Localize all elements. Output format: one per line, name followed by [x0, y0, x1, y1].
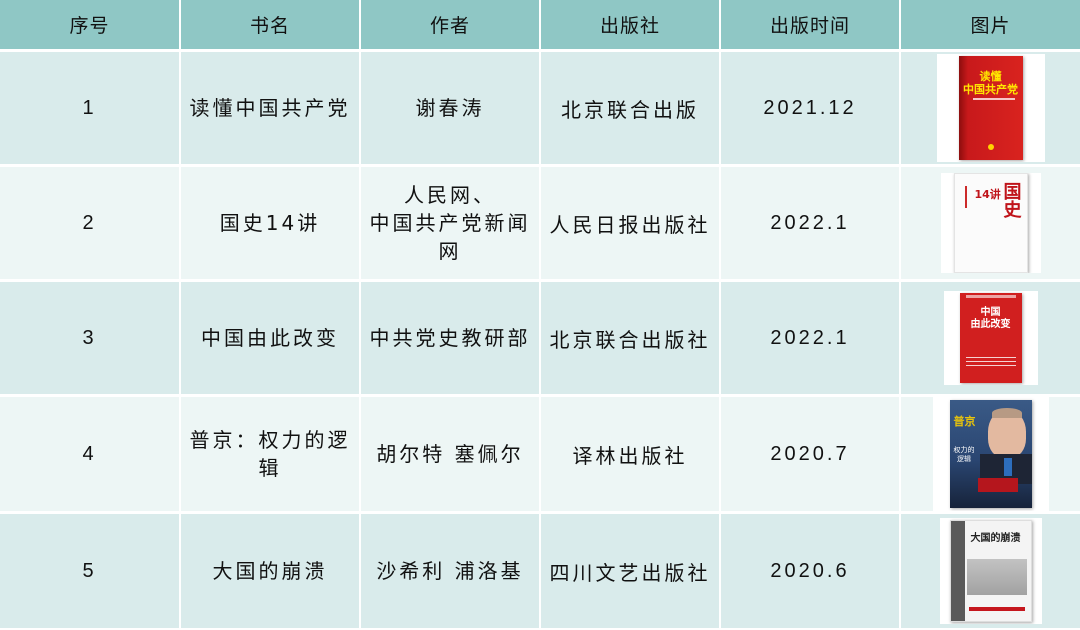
table-row: 3 中国由此改变 中共党史教研部 北京联合出版社 2022.1 中国 由此改变 [0, 280, 1080, 397]
book-publisher: 北京联合出版社 [540, 280, 721, 397]
book-cover-icon: 中国 由此改变 [959, 293, 1022, 383]
row-index: 5 [0, 512, 181, 628]
cover-text: 权力的 逻辑 [953, 446, 975, 463]
table-row: 4 普京：权力的逻辑 胡尔特 塞佩尔 译林出版社 2020.7 普京 权力的 逻… [0, 395, 1080, 514]
author-line: 胡尔特 塞佩尔 [376, 442, 524, 466]
header-image: 图片 [900, 0, 1080, 52]
book-author: 谢春涛 [360, 50, 541, 167]
header-title: 书名 [180, 0, 361, 52]
cover-cell: 读懂 中国共产党 [900, 50, 1080, 167]
book-table: 序号 书名 作者 出版社 出版时间 图片 1 读懂中国共产党 谢春涛 北京联合出… [0, 0, 1080, 628]
table-row: 1 读懂中国共产党 谢春涛 北京联合出版 2021.12 读懂 中国共产党 [0, 50, 1080, 167]
cover-text: 普京 [953, 415, 976, 428]
book-publisher: 四川文艺出版社 [540, 512, 721, 628]
cover-frame: 中国 由此改变 [943, 291, 1038, 385]
book-title: 普京：权力的逻辑 [180, 395, 361, 514]
author-line: 人民网、 [404, 183, 496, 207]
table-row: 5 大国的崩溃 沙希利 浦洛基 四川文艺出版社 2020.6 大国的崩溃 [0, 512, 1080, 628]
cover-text: 大国的崩溃 [970, 533, 1021, 544]
publish-date: 2022.1 [720, 165, 901, 282]
header-publisher: 出版社 [540, 0, 721, 52]
row-index: 4 [0, 395, 181, 514]
book-cover-icon: 大国的崩溃 [949, 520, 1032, 622]
cover-frame: 读懂 中国共产党 [936, 54, 1045, 162]
book-title: 大国的崩溃 [180, 512, 361, 628]
publish-date: 2022.1 [720, 280, 901, 397]
book-publisher: 人民日报出版社 [540, 165, 721, 282]
cover-text: 国史 [1000, 182, 1022, 218]
book-publisher: 北京联合出版 [540, 50, 721, 167]
book-title: 中国由此改变 [180, 280, 361, 397]
book-title: 国史14讲 [180, 165, 361, 282]
cover-cell: 大国的崩溃 [900, 512, 1080, 628]
cover-frame: 普京 权力的 逻辑 [932, 397, 1049, 511]
header-row: 序号 书名 作者 出版社 出版时间 图片 [0, 0, 1080, 52]
cover-cell: 中国 由此改变 [900, 280, 1080, 397]
cover-cell: 普京 权力的 逻辑 [900, 395, 1080, 514]
row-index: 2 [0, 165, 181, 282]
book-cover-icon: 读懂 中国共产党 [958, 56, 1023, 160]
book-author: 人民网、 中国共产党新闻网 [360, 165, 541, 282]
book-author: 中共党史教研部 [360, 280, 541, 397]
author-line: 中共党史教研部 [369, 326, 531, 350]
book-cover-icon: 14讲 国史 [953, 173, 1028, 273]
book-author: 沙希利 浦洛基 [360, 512, 541, 628]
cover-text: 14讲 [974, 188, 1001, 201]
cover-text: 中国 由此改变 [970, 307, 1011, 330]
author-line: 中国共产党新闻网 [369, 211, 531, 263]
author-line: 谢春涛 [415, 96, 485, 120]
book-publisher: 译林出版社 [540, 395, 721, 514]
publish-date: 2020.7 [720, 395, 901, 514]
publish-date: 2021.12 [720, 50, 901, 167]
table-row: 2 国史14讲 人民网、 中国共产党新闻网 人民日报出版社 2022.1 14讲… [0, 165, 1080, 282]
cover-frame: 大国的崩溃 [939, 518, 1042, 624]
book-author: 胡尔特 塞佩尔 [360, 395, 541, 514]
header-date: 出版时间 [720, 0, 901, 52]
book-cover-icon: 普京 权力的 逻辑 [949, 400, 1032, 508]
book-title: 读懂中国共产党 [180, 50, 361, 167]
cover-text: 读懂 中国共产党 [963, 70, 1018, 96]
header-author: 作者 [360, 0, 541, 52]
cover-cell: 14讲 国史 [900, 165, 1080, 282]
emblem-icon [987, 144, 994, 150]
header-index: 序号 [0, 0, 181, 52]
publish-date: 2020.6 [720, 512, 901, 628]
row-index: 1 [0, 50, 181, 167]
cover-frame: 14讲 国史 [940, 173, 1041, 273]
author-line: 沙希利 浦洛基 [376, 559, 524, 583]
row-index: 3 [0, 280, 181, 397]
